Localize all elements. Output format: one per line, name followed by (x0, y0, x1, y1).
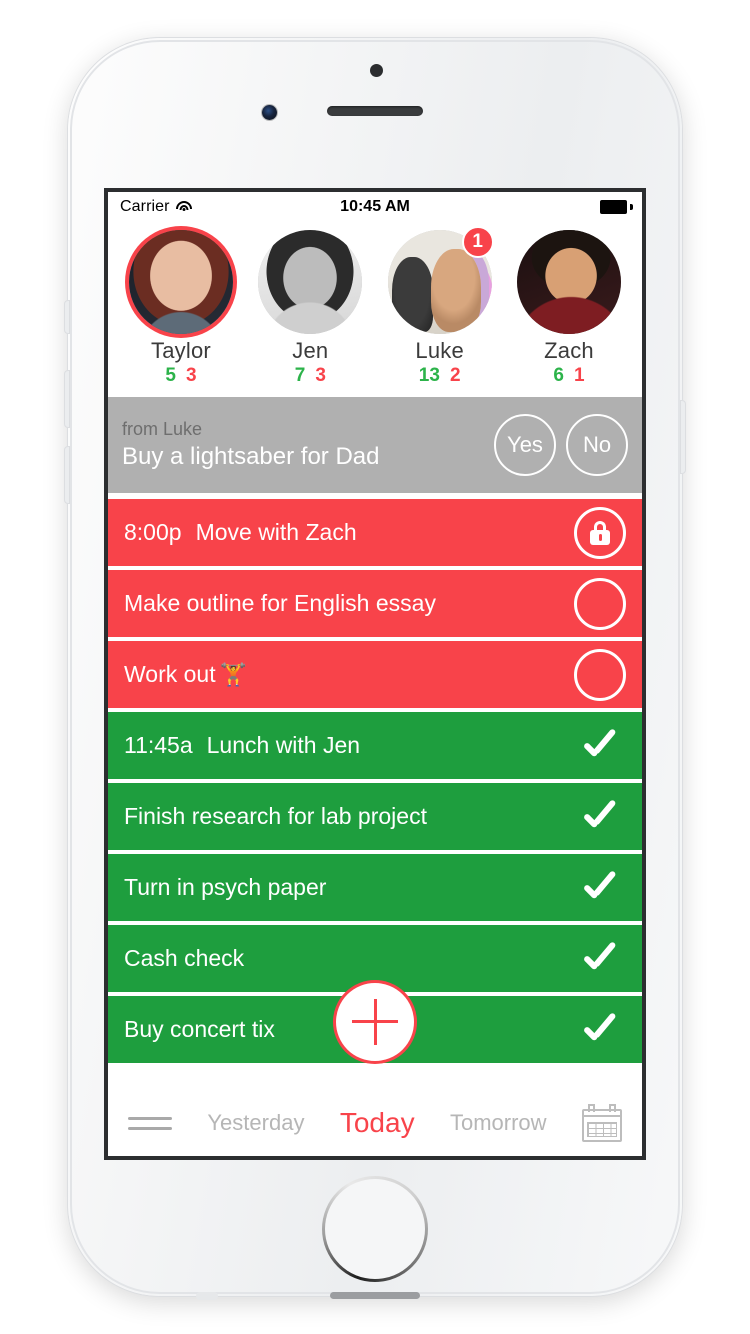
status-time: 10:45 AM (340, 198, 410, 215)
task-row[interactable]: 8:00p Move with Zach (108, 499, 642, 566)
task-row[interactable]: Work out 🏋️ (108, 641, 642, 708)
task-list: 8:00p Move with Zach Make outline for En… (108, 499, 642, 1063)
friend-counts: 73 (251, 365, 369, 387)
earpiece-speaker (327, 106, 423, 116)
task-time: 11:45a (124, 732, 193, 758)
avatar[interactable] (516, 230, 621, 334)
avatar[interactable] (258, 230, 363, 334)
done-count: 6 (553, 365, 564, 386)
friend-name: Zach (544, 338, 594, 363)
todo-count: 2 (449, 365, 461, 386)
task-title: Make outline for English essay (124, 590, 436, 616)
todo-count: 3 (315, 365, 326, 386)
screenshot-stage: Carrier 10:45 AM Taylor 53 Jen 7 3 1 Luk… (0, 0, 750, 1334)
friend-jen[interactable]: Jen 73 (251, 230, 369, 387)
status-bar: Carrier 10:45 AM (108, 192, 642, 222)
friend-name: Taylor (151, 338, 211, 363)
task-time: 8:00p (124, 519, 182, 545)
power-button[interactable] (680, 400, 686, 474)
hamburger-menu-icon[interactable] (128, 1111, 172, 1135)
task-title: Move with Zach (195, 519, 357, 545)
tab-yesterday[interactable]: Yesterday (207, 1110, 304, 1136)
checkbox-empty-icon[interactable] (574, 648, 626, 701)
volume-up-button[interactable] (64, 370, 70, 428)
front-camera (262, 105, 277, 120)
check-icon[interactable] (582, 802, 626, 832)
home-button[interactable] (322, 1176, 428, 1282)
friend-luke[interactable]: 1 Luke 13 2 (381, 226, 499, 387)
checkbox-empty-icon[interactable] (574, 577, 626, 630)
friend-counts: 13 2 (381, 365, 499, 387)
phone-screen: Carrier 10:45 AM Taylor 53 Jen 7 3 1 Luk… (104, 188, 646, 1160)
task-title: Cash check (124, 945, 245, 971)
mute-switch[interactable] (64, 300, 70, 334)
proximity-sensor (370, 64, 383, 77)
task-row[interactable]: 11:45a Lunch with Jen (108, 712, 642, 779)
check-icon[interactable] (582, 873, 626, 903)
done-count: 5 (165, 365, 176, 386)
todo-count: 1 (573, 365, 585, 386)
invite-card[interactable]: from Luke Buy a lightsaber for Dad Yes N… (108, 397, 642, 493)
task-title: Buy concert tix (124, 1016, 275, 1042)
task-row[interactable]: Finish research for lab project (108, 783, 642, 850)
volume-down-button[interactable] (64, 446, 70, 504)
lock-icon[interactable] (574, 506, 626, 559)
friend-name: Luke (415, 338, 464, 363)
check-icon[interactable] (582, 731, 626, 761)
bottom-speaker (330, 1292, 420, 1299)
task-title: Work out (124, 661, 216, 687)
check-icon[interactable] (582, 1015, 626, 1045)
task-title: Turn in psych paper (124, 874, 327, 900)
done-count: 7 (294, 365, 306, 386)
invite-decline-button[interactable]: No (566, 414, 628, 476)
tab-today[interactable]: Today (340, 1107, 415, 1139)
invite-accept-button[interactable]: Yes (494, 414, 556, 476)
plus-icon (352, 999, 398, 1045)
weightlifter-emoji: 🏋️ (219, 661, 248, 687)
friend-taylor[interactable]: Taylor 53 (122, 230, 240, 387)
friend-counts: 61 (510, 365, 628, 387)
task-row[interactable]: Make outline for English essay (108, 570, 642, 637)
friend-name: Jen (292, 338, 329, 363)
avatar[interactable] (129, 230, 233, 334)
friends-strip: Taylor 53 Jen 73 1 Luke 13 2 Zach 6 1 (108, 222, 642, 393)
bottom-navigation: Yesterday Today Tomorrow (108, 1090, 642, 1156)
task-title: Finish research for lab project (124, 803, 427, 829)
task-row[interactable]: Turn in psych paper (108, 854, 642, 921)
invite-task-title: Buy a lightsaber for Dad (122, 443, 380, 470)
headphone-jack (196, 1292, 218, 1300)
battery-icon (600, 200, 633, 214)
friend-zach[interactable]: Zach 61 (510, 230, 628, 387)
invite-sender: from Luke (122, 419, 203, 439)
tab-tomorrow[interactable]: Tomorrow (450, 1110, 547, 1136)
done-count: 13 (418, 365, 440, 386)
add-task-button[interactable] (333, 980, 417, 1064)
calendar-icon[interactable] (581, 1104, 622, 1142)
friend-counts: 53 (122, 365, 240, 387)
notification-badge: 1 (461, 226, 494, 258)
todo-count: 3 (186, 365, 197, 386)
check-icon[interactable] (582, 944, 626, 974)
task-title: Lunch with Jen (206, 732, 361, 758)
